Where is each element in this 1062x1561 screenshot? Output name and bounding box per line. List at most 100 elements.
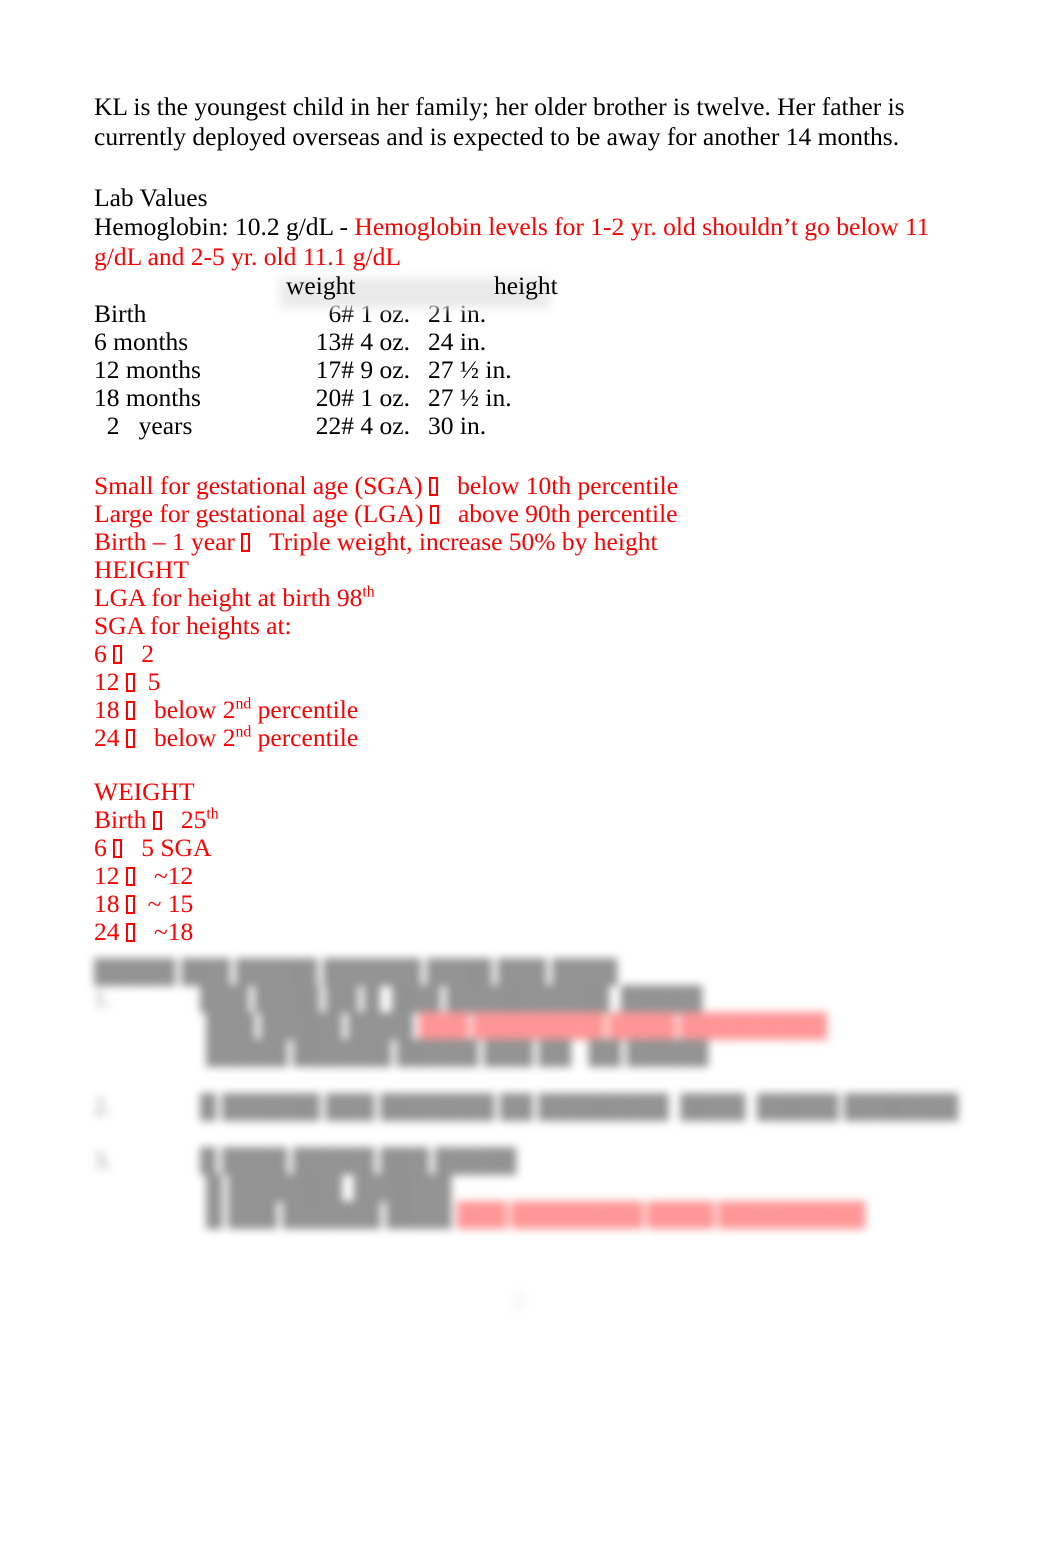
row-age: 6 months	[94, 327, 189, 356]
redacted-line-text: █ ███████ ██████	[206, 1175, 452, 1200]
arrow-icon	[125, 895, 135, 914]
note-sga-label: Small for gestational age (SGA)	[94, 471, 429, 500]
note-sga-definition: Small for gestational age (SGA) below 10…	[94, 472, 974, 500]
note-sga-value: below 10th percentile	[437, 471, 679, 500]
weight-row-age: 24	[94, 917, 126, 946]
row-height: 24 in.	[428, 327, 487, 356]
row-weight: 13# 4 oz.	[315, 327, 410, 356]
weight-row: 12 ~12	[94, 862, 974, 890]
redacted-line-text: █████ ███ █████ ██████ ████ ███ ████	[94, 959, 618, 984]
growth-table-wrapper: weight height Birth 6# 1 oz. 21 in. 6 mo…	[94, 272, 974, 440]
sga-heights-heading: SGA for heights at:	[94, 611, 292, 640]
redacted-marker: 1.	[94, 986, 112, 1011]
table-row: 18 months 20# 1 oz. 27 ½ in.	[94, 384, 644, 412]
table-header-row: weight height	[94, 272, 644, 300]
document-body: KL is the youngest child in her family; …	[94, 92, 974, 946]
redacted-highlight-text: ███ ████████ ████ █████████	[457, 1202, 866, 1227]
note-birth-1year: Birth – 1 year Triple weight, increase 5…	[94, 528, 974, 556]
note-lga-definition: Large for gestational age (LGA) above 90…	[94, 500, 974, 528]
redacted-line-text: █ ██████ ███ ███████ ██ ████████ ████ ██…	[200, 1094, 959, 1119]
height-section-heading: HEIGHT	[94, 555, 189, 584]
height-row-value: below 2	[134, 723, 236, 752]
header-age	[94, 272, 282, 300]
row-age: 2 years	[94, 411, 193, 440]
redacted-line: ███ █████ ████ ███ ████████ ████ ███████…	[94, 1012, 828, 1039]
arrow-icon	[125, 729, 135, 748]
redacted-line-text: ███ ████ ██ █ ███ ██████████ █████	[200, 986, 703, 1011]
height-row-value: 5	[134, 667, 161, 696]
redacted-text-block: █████ ███ █████ ██████ ████ ███ ████ 1. █…	[94, 958, 958, 1228]
height-row: 12 5	[94, 668, 974, 696]
height-row-age: 12	[94, 667, 126, 696]
height-row-ordinal: nd	[235, 723, 252, 741]
redacted-line-text: █ ████ █████ ███ █████	[200, 1148, 517, 1173]
redacted-line-text: ███ █████ ████	[206, 1013, 414, 1038]
height-row-value: 2	[122, 639, 154, 668]
arrow-icon	[113, 645, 123, 664]
weight-section-heading: WEIGHT	[94, 777, 195, 806]
weight-row-age: Birth	[94, 805, 153, 834]
weight-row: 24 ~18	[94, 918, 974, 946]
document-page: KL is the youngest child in her family; …	[0, 0, 1062, 1561]
redacted-marker: 3.	[94, 1148, 112, 1173]
arrow-icon	[125, 701, 135, 720]
arrow-icon	[113, 839, 123, 858]
hemoglobin-line: Hemoglobin: 10.2 g/dL - Hemoglobin level…	[94, 212, 974, 272]
note-lga-label: Large for gestational age (LGA)	[94, 499, 430, 528]
redacted-line: █████ ███ █████ ██████ ████ ███ ████	[94, 958, 694, 985]
redacted-line-text: █ ███ ██████ ████	[206, 1202, 452, 1227]
arrow-icon	[428, 477, 438, 496]
arrow-icon	[429, 505, 439, 524]
weight-row-value: 5 SGA	[122, 833, 212, 862]
height-row-age: 24	[94, 723, 126, 752]
lab-values-heading: Lab Values	[94, 184, 974, 212]
row-age: 12 months	[94, 355, 201, 384]
redacted-line: █████ ██████ █████ ███ ██ ██ █████	[94, 1039, 708, 1066]
redacted-line: 3. █ ████ █████ ███ █████	[94, 1147, 694, 1174]
redacted-line: 1. ███ ████ ██ █ ███ ██████████ █████	[94, 985, 702, 1012]
height-row-value: below 2	[134, 695, 236, 724]
lga-height-at-birth: LGA for height at birth 98th	[94, 584, 974, 612]
header-height: height	[494, 271, 558, 300]
table-row: 2 years 22# 4 oz. 30 in.	[94, 412, 644, 440]
redacted-marker: 2.	[94, 1094, 112, 1119]
row-height: 27 ½ in.	[428, 383, 512, 412]
row-weight: 20# 1 oz.	[315, 383, 410, 412]
growth-table: weight height Birth 6# 1 oz. 21 in. 6 mo…	[94, 272, 644, 440]
height-row: 18 below 2nd percentile	[94, 696, 974, 724]
arrow-icon	[125, 923, 135, 942]
page-number: 2	[513, 1288, 524, 1313]
height-row: 24 below 2nd percentile	[94, 724, 974, 752]
table-row: Birth 6# 1 oz. 21 in.	[94, 300, 644, 328]
note-birth-1year-label: Birth – 1 year	[94, 527, 242, 556]
weight-row-age: 6	[94, 833, 114, 862]
weight-row-age: 18	[94, 889, 126, 918]
intro-paragraph: KL is the youngest child in her family; …	[94, 92, 905, 151]
row-weight: 22# 4 oz.	[315, 411, 410, 440]
row-age: 18 months	[94, 383, 201, 412]
height-row-tail: percentile	[251, 723, 359, 752]
lab-values-heading-text: Lab Values	[94, 183, 208, 212]
header-weight: weight	[286, 271, 356, 300]
row-weight: 6# 1 oz.	[328, 299, 410, 328]
weight-row-value: ~ 15	[134, 889, 194, 918]
height-row-age: 18	[94, 695, 126, 724]
weight-row-value: ~18	[134, 917, 194, 946]
height-row-ordinal: nd	[235, 695, 252, 713]
lga-height-text: LGA for height at birth 98	[94, 583, 363, 612]
arrow-icon	[241, 533, 251, 552]
redacted-line-text: █████ ██████ █████ ███ ██ ██ █████	[206, 1040, 709, 1065]
weight-row: 6 5 SGA	[94, 834, 974, 862]
note-birth-1year-value: Triple weight, increase 50% by height	[250, 527, 658, 556]
row-age: Birth	[94, 299, 147, 328]
arrow-icon	[125, 673, 135, 692]
height-row: 6 2	[94, 640, 974, 668]
redacted-line: █ ███████ ██████	[94, 1174, 694, 1201]
weight-row-value: 25	[161, 805, 207, 834]
lga-height-ordinal: th	[362, 583, 375, 601]
